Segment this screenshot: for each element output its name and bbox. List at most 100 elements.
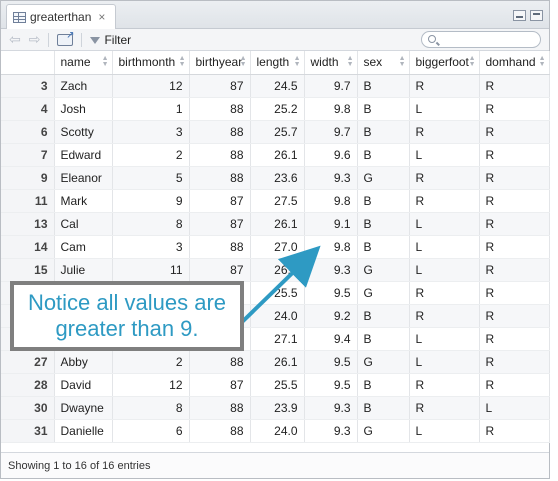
table-row[interactable]: 4 Josh 1 88 25.2 9.8 B L R — [1, 97, 550, 121]
cell-name: Cam — [54, 235, 113, 259]
data-grid: name ▲ ▼ birthmonth ▲ ▼ birthyear ▲ ▼ length ▲ ▼ wid… — [1, 51, 550, 443]
cell-birthmonth: 1 — [112, 97, 190, 121]
minimize-icon[interactable] — [513, 10, 526, 21]
table-row[interactable]: 31 Danielle 6 88 24.0 9.3 G L R — [1, 419, 550, 443]
data-viewer-pane: greaterthan × ⇦ ⇨ Filter — [0, 0, 550, 479]
tab-greaterthan[interactable]: greaterthan × — [6, 4, 116, 29]
cell-sex: G — [357, 350, 410, 374]
cell-name: Danielle — [54, 419, 113, 443]
sort-arrows-icon[interactable]: ▲ ▼ — [399, 55, 406, 68]
toolbar-separator — [81, 32, 83, 47]
column-header-label: birthmonth — [118, 55, 176, 70]
back-arrow-icon[interactable]: ⇦ — [9, 31, 21, 48]
cell-birthmonth: 2 — [112, 143, 190, 167]
column-header-width[interactable]: width ▲ ▼ — [304, 51, 358, 75]
filter-label: Filter — [104, 32, 132, 47]
table-row[interactable]: 3 Zach 12 87 24.5 9.7 B R R — [1, 74, 550, 98]
cell-birthyear: 87 — [189, 189, 251, 213]
search-input[interactable] — [421, 31, 541, 48]
cell-domhand: R — [479, 97, 550, 121]
sort-arrows-icon[interactable]: ▲ ▼ — [179, 55, 186, 68]
table-row[interactable]: 28 David 12 87 25.5 9.5 B R R — [1, 373, 550, 397]
sort-arrows-icon[interactable]: ▲ ▼ — [347, 55, 354, 68]
status-bar: Showing 1 to 16 of 16 entries — [1, 452, 549, 478]
cell-birthmonth: 12 — [112, 373, 190, 397]
cell-length: 26.1 — [250, 350, 305, 374]
sort-arrows-icon[interactable]: ▲ ▼ — [294, 55, 301, 68]
cell-sex: B — [357, 189, 410, 213]
table-row[interactable]: 6 Scotty 3 88 25.7 9.7 B R R — [1, 120, 550, 144]
cell-birthmonth: 9 — [112, 189, 190, 213]
cell-biggerfoot: L — [409, 327, 480, 351]
column-header-birthyear[interactable]: birthyear ▲ ▼ — [189, 51, 251, 75]
cell-width: 9.5 — [304, 350, 358, 374]
column-header-birthmonth[interactable]: birthmonth ▲ ▼ — [112, 51, 190, 75]
cell-sex: B — [357, 212, 410, 236]
cell-name: Zach — [54, 74, 113, 98]
table-row[interactable]: 9 Eleanor 5 88 23.6 9.3 G R R — [1, 166, 550, 190]
close-icon[interactable]: × — [98, 10, 105, 24]
cell-length: 27.0 — [250, 235, 305, 259]
row-number: 4 — [1, 97, 55, 121]
cell-length: 26.1 — [250, 143, 305, 167]
cell-sex: B — [357, 120, 410, 144]
cell-sex: B — [357, 327, 410, 351]
table-row[interactable]: 27 Abby 2 88 26.1 9.5 G L R — [1, 350, 550, 374]
cell-domhand: L — [479, 396, 550, 420]
cell-domhand: R — [479, 166, 550, 190]
table-row[interactable]: 13 Cal 8 87 26.1 9.1 B L R — [1, 212, 550, 236]
table-row[interactable]: 11 Mark 9 87 27.5 9.8 B R R — [1, 189, 550, 213]
cell-domhand: R — [479, 350, 550, 374]
cell-biggerfoot: R — [409, 304, 480, 328]
row-number: 30 — [1, 396, 55, 420]
cell-birthyear: 87 — [189, 74, 251, 98]
column-header-label: domhand — [485, 55, 536, 70]
cell-width: 9.8 — [304, 189, 358, 213]
cell-length: 24.0 — [250, 304, 305, 328]
sort-arrows-icon[interactable]: ▲ ▼ — [539, 55, 546, 68]
cell-biggerfoot: L — [409, 419, 480, 443]
cell-name: Abby — [54, 350, 113, 374]
cell-name: Edward — [54, 143, 113, 167]
cell-length: 25.2 — [250, 97, 305, 121]
column-header-biggerfoot[interactable]: biggerfoot ▲ ▼ — [409, 51, 480, 75]
column-header-rownum — [1, 51, 55, 75]
popout-window-icon[interactable] — [57, 30, 74, 46]
cell-birthyear: 87 — [189, 212, 251, 236]
cell-birthyear: 88 — [189, 419, 251, 443]
cell-width: 9.3 — [304, 166, 358, 190]
table-row[interactable]: 30 Dwayne 8 88 23.9 9.3 B R L — [1, 396, 550, 420]
row-number: 3 — [1, 74, 55, 98]
cell-domhand: R — [479, 74, 550, 98]
table-row[interactable]: 7 Edward 2 88 26.1 9.6 B L R — [1, 143, 550, 167]
status-text: Showing 1 to 16 of 16 entries — [8, 459, 151, 472]
column-header-domhand[interactable]: domhand ▲ ▼ — [479, 51, 550, 75]
table-row[interactable]: 14 Cam 3 88 27.0 9.8 B L R — [1, 235, 550, 259]
cell-birthyear: 88 — [189, 350, 251, 374]
cell-biggerfoot: R — [409, 281, 480, 305]
column-header-sex[interactable]: sex ▲ ▼ — [357, 51, 410, 75]
maximize-icon[interactable] — [530, 10, 543, 21]
cell-birthmonth: 12 — [112, 74, 190, 98]
table-row[interactable]: 15 Julie 11 87 26.0 9.3 G L R — [1, 258, 550, 282]
row-number: 14 — [1, 235, 55, 259]
callout-box: Notice all values are greater than 9. — [10, 281, 244, 351]
forward-arrow-icon[interactable]: ⇨ — [29, 31, 41, 48]
filter-button[interactable]: Filter — [90, 33, 131, 47]
cell-length: 26.0 — [250, 258, 305, 282]
column-header-label: length — [256, 55, 290, 70]
cell-length: 25.5 — [250, 373, 305, 397]
cell-sex: B — [357, 304, 410, 328]
sort-arrows-icon[interactable]: ▲ ▼ — [102, 55, 109, 68]
column-header-label: birthyear — [195, 55, 243, 70]
cell-birthmonth: 8 — [112, 212, 190, 236]
sort-arrows-icon[interactable]: ▲ ▼ — [469, 55, 476, 68]
row-number: 31 — [1, 419, 55, 443]
column-header-name[interactable]: name ▲ ▼ — [54, 51, 113, 75]
sort-arrows-icon[interactable]: ▲ ▼ — [240, 55, 247, 68]
column-header-length[interactable]: length ▲ ▼ — [250, 51, 305, 75]
cell-width: 9.7 — [304, 74, 358, 98]
cell-length: 24.0 — [250, 419, 305, 443]
cell-birthyear: 88 — [189, 235, 251, 259]
cell-name: Cal — [54, 212, 113, 236]
